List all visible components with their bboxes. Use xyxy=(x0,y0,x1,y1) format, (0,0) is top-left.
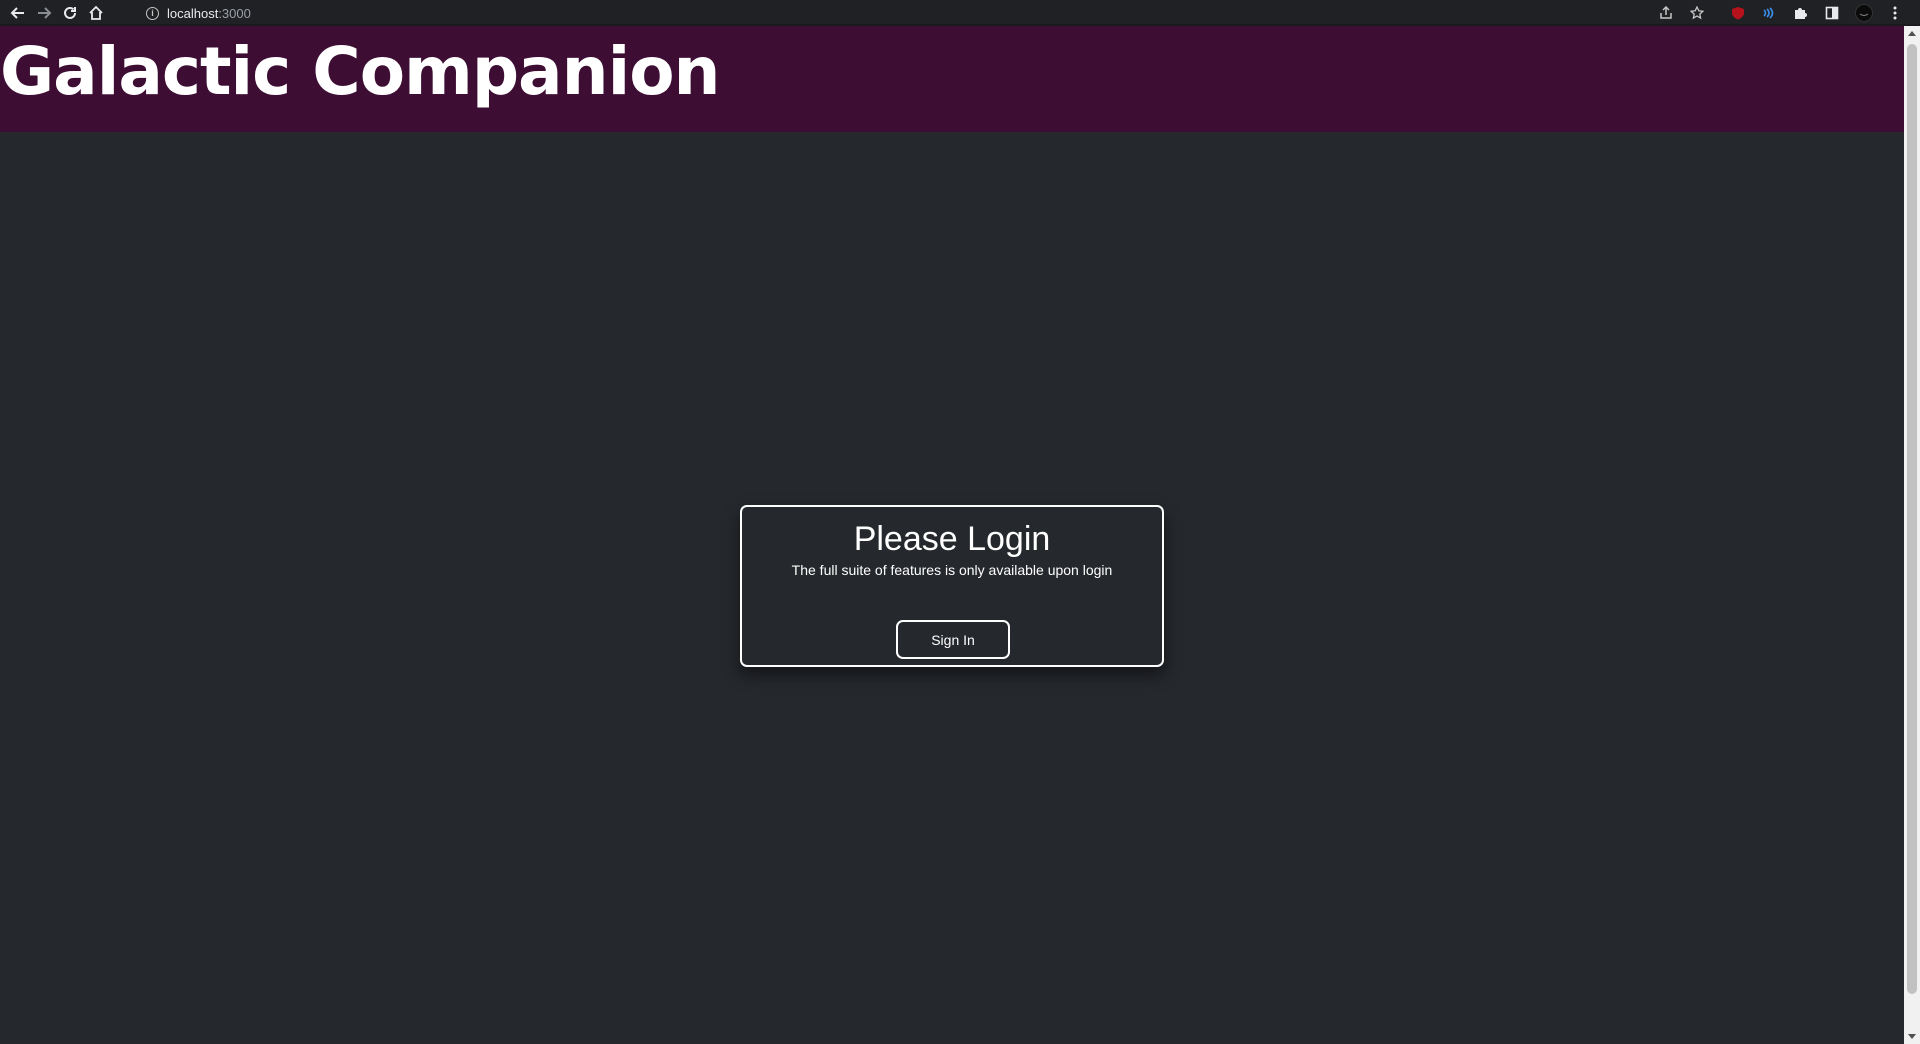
avatar[interactable] xyxy=(1854,3,1874,23)
reload-icon xyxy=(64,6,76,19)
address-bar[interactable]: i localhost:3000 xyxy=(146,3,251,23)
app-header: Galactic Companion xyxy=(0,26,1904,132)
kebab-menu-icon[interactable] xyxy=(1885,3,1905,23)
login-card: Please Login The full suite of features … xyxy=(740,505,1164,667)
login-title: Please Login xyxy=(853,520,1051,558)
login-subtitle: The full suite of features is only avail… xyxy=(791,562,1113,578)
star-icon[interactable] xyxy=(1687,3,1707,23)
info-icon[interactable]: i xyxy=(146,6,159,20)
arrow-left-icon xyxy=(10,7,24,19)
url-port: :3000 xyxy=(218,5,251,21)
app-title: Galactic Companion xyxy=(0,33,721,110)
sign-in-button[interactable]: Sign In xyxy=(896,620,1010,659)
arrow-right-icon xyxy=(38,7,52,19)
back-button[interactable] xyxy=(8,3,28,23)
vertical-scrollbar[interactable] xyxy=(1904,26,1920,1044)
scroll-thumb[interactable] xyxy=(1907,44,1917,994)
share-icon[interactable] xyxy=(1656,3,1676,23)
home-icon xyxy=(89,5,103,20)
forward-button[interactable] xyxy=(34,3,54,23)
side-panel-icon[interactable] xyxy=(1822,3,1842,23)
scroll-up-arrow-icon[interactable] xyxy=(1908,31,1916,36)
browser-toolbar: i localhost:3000 xyxy=(0,0,1920,26)
extension-icon[interactable] xyxy=(1758,3,1778,23)
reload-button[interactable] xyxy=(60,3,80,23)
home-button[interactable] xyxy=(86,3,106,23)
puzzle-icon[interactable] xyxy=(1790,3,1810,23)
url-host: localhost xyxy=(167,5,219,21)
scroll-down-arrow-icon[interactable] xyxy=(1908,1034,1916,1039)
ublock-origin-icon[interactable] xyxy=(1728,3,1748,23)
